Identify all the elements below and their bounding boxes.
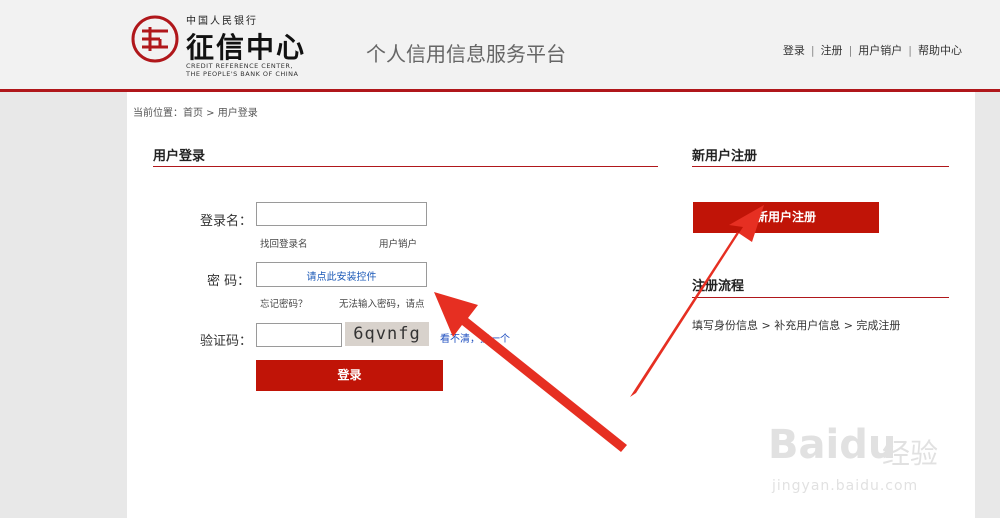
watermark-cn: 经验 — [882, 437, 939, 470]
arrow-to-password — [434, 292, 627, 452]
watermark-main: Baidu — [768, 422, 897, 468]
baidu-watermark: Baidu 经验 jingyan.baidu.com — [760, 408, 1000, 518]
arrow-to-register — [630, 205, 764, 397]
watermark-url: jingyan.baidu.com — [772, 478, 919, 494]
